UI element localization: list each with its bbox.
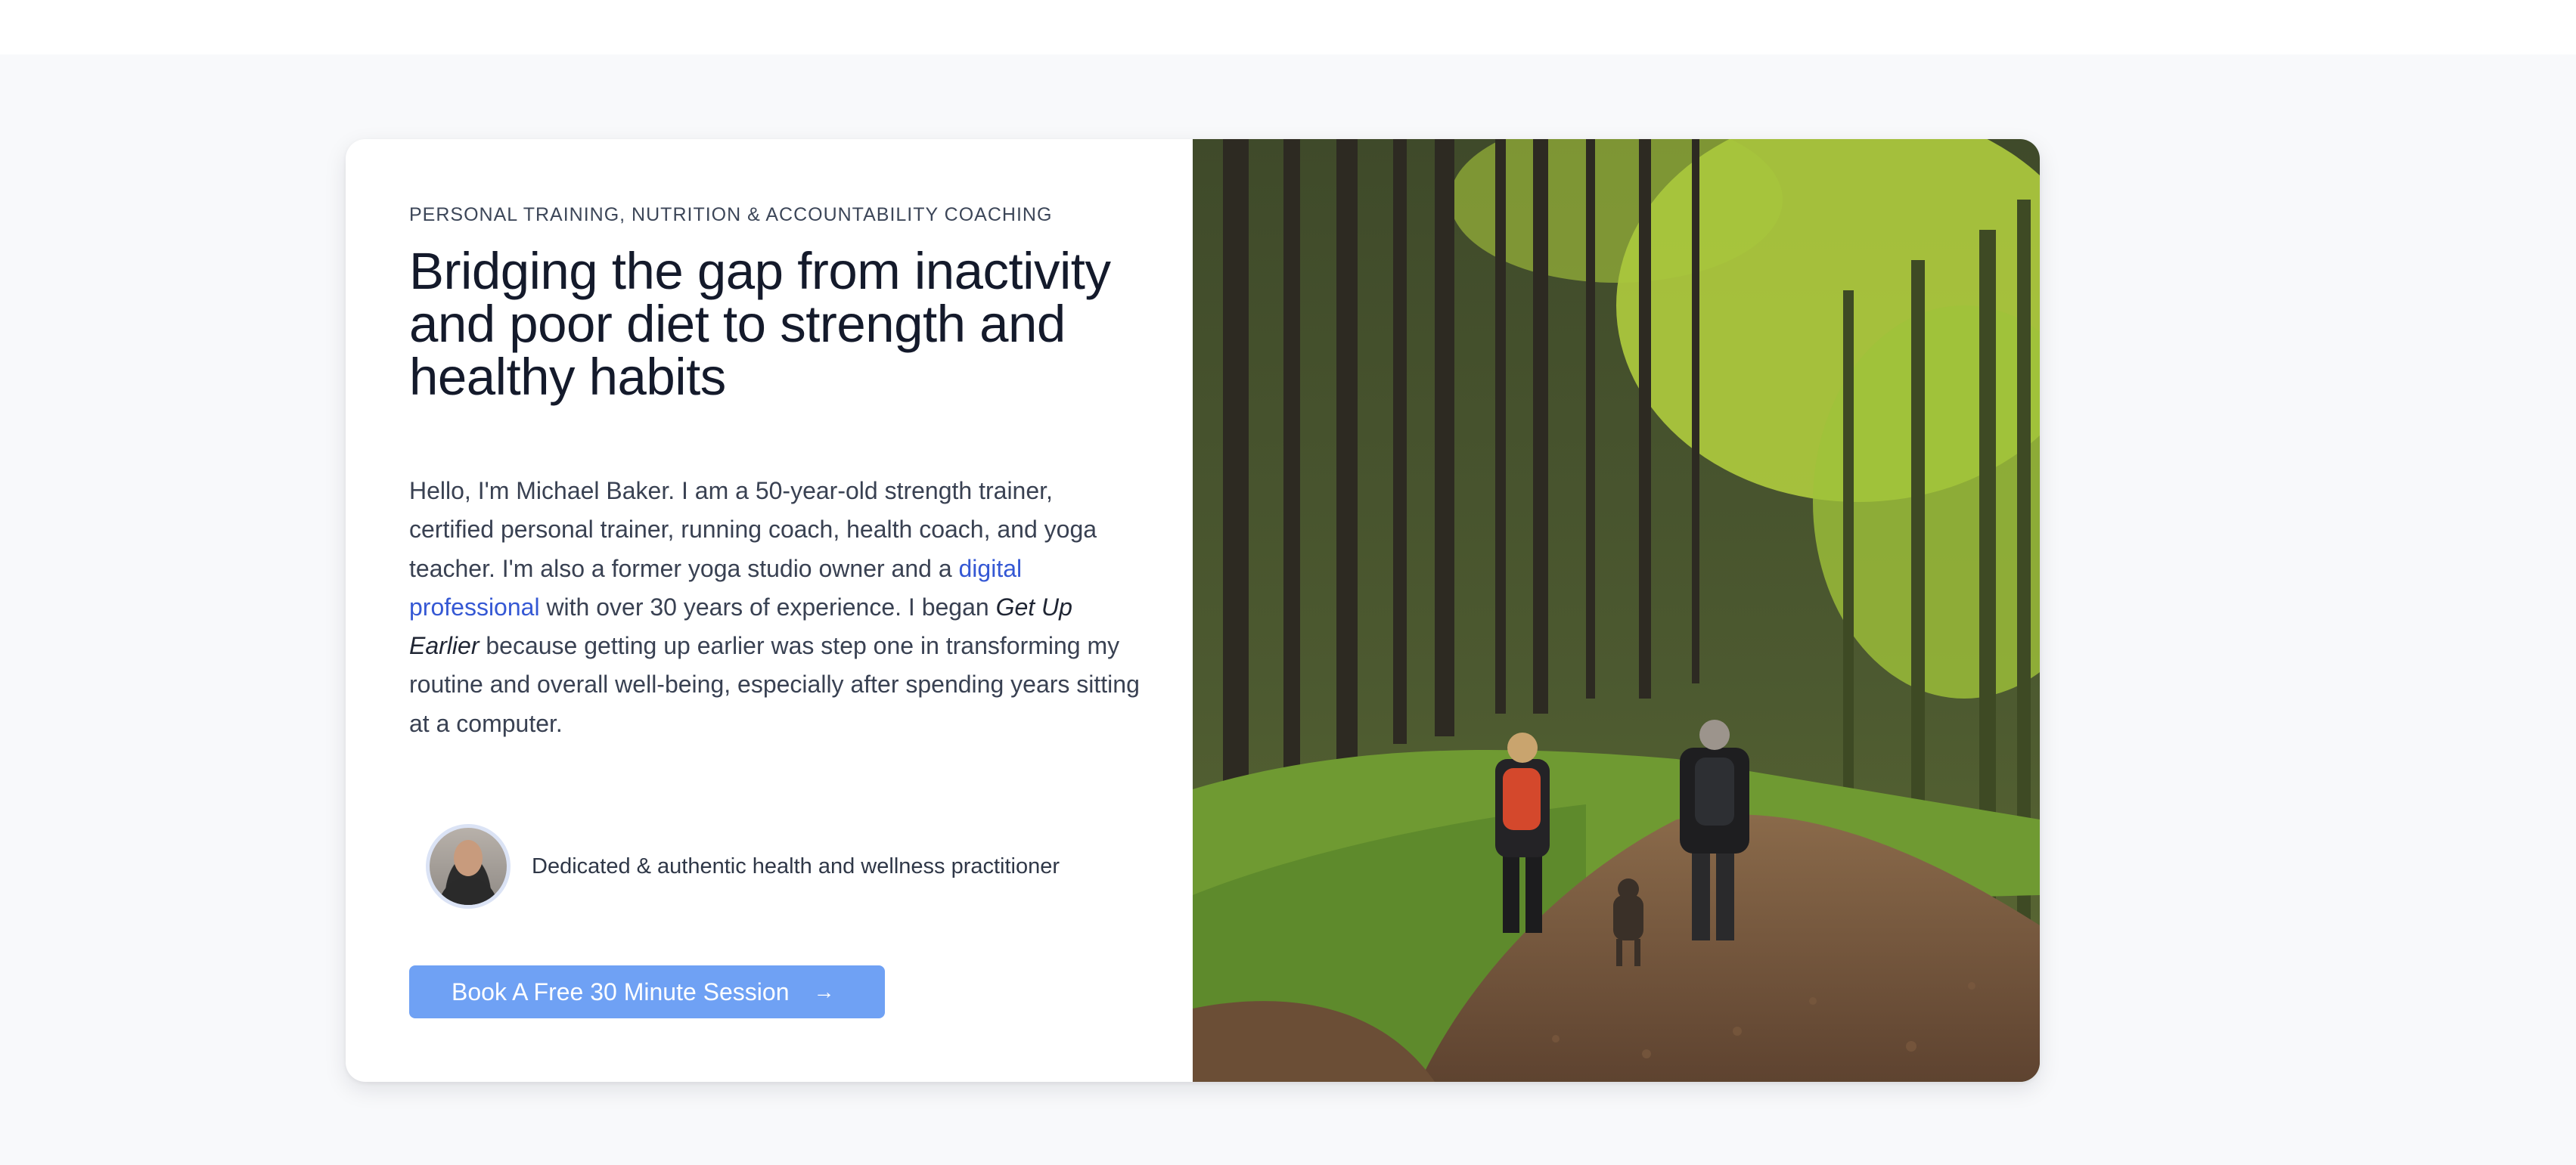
hero-content: PERSONAL TRAINING, NUTRITION & ACCOUNTAB… [346, 139, 1193, 1082]
author-row: Dedicated & authentic health and wellnes… [426, 824, 1060, 909]
hero-card: PERSONAL TRAINING, NUTRITION & ACCOUNTAB… [346, 139, 2040, 1082]
top-header-bar [0, 0, 2576, 54]
avatar-body-shape [439, 878, 498, 905]
avatar-head-shape [454, 840, 483, 876]
bio-mid: with over 30 years of experience. I bega… [539, 593, 996, 621]
bio-outro: because getting up earlier was step one … [409, 632, 1140, 737]
hero-headline: Bridging the gap from inactivity and poo… [409, 242, 1111, 406]
hero-photo-forest-walk [1193, 139, 2040, 1082]
hero-bio: Hello, I'm Michael Baker. I am a 50-year… [409, 472, 1143, 743]
hero-eyebrow: PERSONAL TRAINING, NUTRITION & ACCOUNTAB… [409, 204, 1053, 225]
forest-path-illustration [1193, 139, 2040, 1082]
avatar [426, 824, 511, 909]
book-session-button[interactable]: Book A Free 30 Minute Session → [409, 965, 885, 1018]
book-session-label: Book A Free 30 Minute Session [452, 978, 790, 1005]
arrow-right-icon: → [813, 980, 835, 1003]
author-tagline: Dedicated & authentic health and wellnes… [532, 854, 1060, 878]
